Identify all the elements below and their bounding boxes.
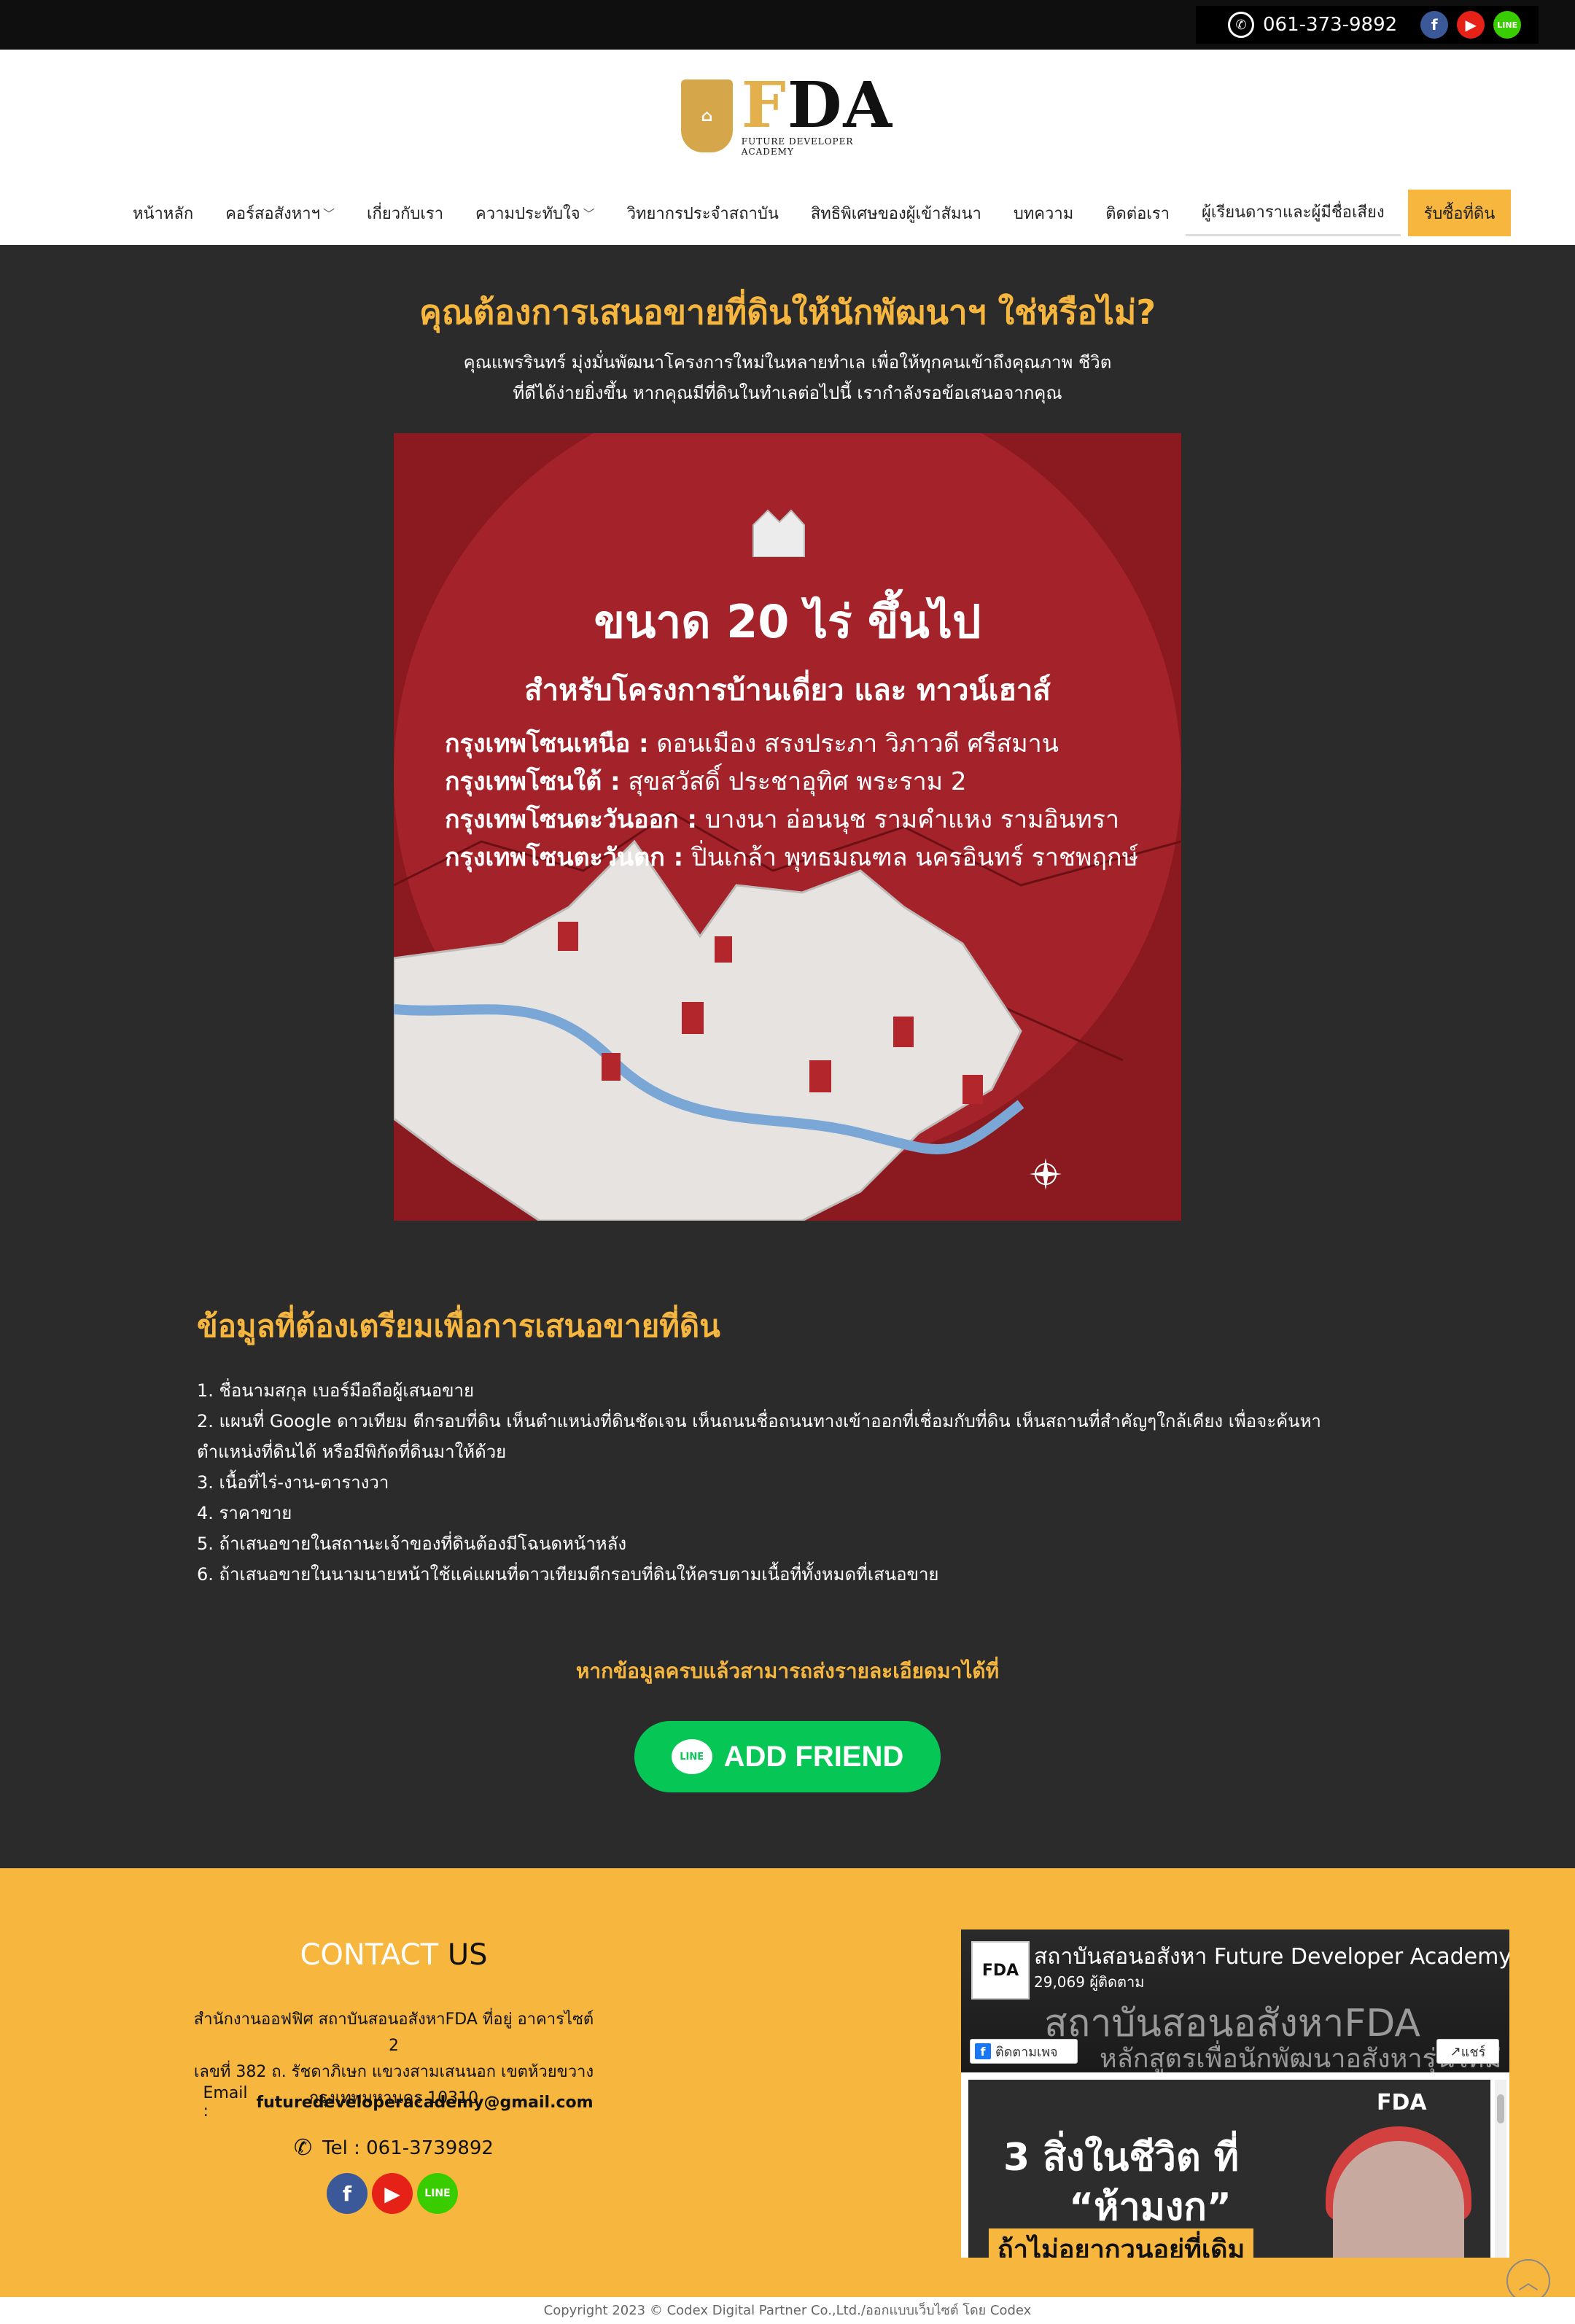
logo-shield-icon: ⌂ (681, 79, 733, 152)
nav-courses[interactable]: คอร์สอสังหาฯ ﹀ (209, 190, 351, 236)
site-header: ⌂ FDA FUTURE DEVELOPER ACADEMY หน้าหลัก … (0, 50, 1575, 245)
zone-item: กรุงเทพโซนเหนือ : ดอนเมือง สรงประภา วิภา… (445, 729, 1059, 758)
line-icon: LINE (671, 1739, 712, 1774)
line-add-friend-button[interactable]: LINE ADD FRIEND (634, 1721, 941, 1792)
copyright: Copyright 2023 © Codex Digital Partner C… (0, 2297, 1575, 2324)
tel-row[interactable]: ✆ Tel : 061-3739892 (219, 2135, 569, 2161)
section-title: ข้อมูลที่ต้องเตรียมเพื่อการเสนอขายที่ดิน (197, 1308, 720, 1344)
facebook-icon[interactable]: f (327, 2173, 368, 2214)
nav-privileges[interactable]: สิทธิพิเศษของผู้เข้าสัมนา (795, 190, 998, 236)
fb-share-button[interactable]: ↗ แชร์ (1436, 2039, 1499, 2064)
nav-testimonials[interactable]: ความประทับใจ ﹀ (459, 190, 611, 236)
whatsapp-icon[interactable]: ✆ (1228, 12, 1254, 38)
list-item: 5. ถ้าเสนอขายในสถานะเจ้าของที่ดินต้องมีโ… (197, 1534, 627, 1554)
facebook-icon: f (975, 2043, 991, 2059)
fb-followers: 29,069 ผู้ติดตาม (1034, 1973, 1145, 1991)
main-content: คุณต้องการเสนอขายที่ดินให้นักพัฒนาฯ ใช่ห… (0, 245, 1575, 1868)
top-phone[interactable]: 061-373-9892 (1263, 14, 1397, 36)
nav-celebrity-students[interactable]: ผู้เรียนดาราและผู้มีชื่อเสียง (1186, 190, 1401, 236)
fb-cover: สถาบันสอนอสังหาFDA หลักสูตรเพื่อนักพัฒนา… (961, 1929, 1509, 2074)
facebook-icon[interactable]: f (1420, 11, 1449, 39)
nav-articles[interactable]: บทความ (998, 190, 1089, 236)
house-icon (752, 509, 805, 557)
email-row: Email : futuredeveloperacademy@gmail.com (203, 2084, 593, 2121)
intro-text: คุณแพรรินทร์ มุ่งมั่นพัฒนาโครงการใหม่ในห… (463, 352, 1112, 403)
chevron-down-icon: ﹀ (322, 207, 335, 221)
contact-title: CONTACT US (300, 1938, 488, 1972)
list-item: 3. เนื้อที่ไร่-งาน-ตารางวา (197, 1472, 389, 1493)
phone-icon: ✆ (294, 2135, 313, 2161)
site-footer: CONTACT US สำนักงานออฟฟิศ สถาบันสอนอสังห… (0, 1868, 1575, 2297)
logo-subtitle: FUTURE DEVELOPER ACADEMY (741, 136, 854, 157)
zone-list: กรุงเทพโซนเหนือ : ดอนเมือง สรงประภา วิภา… (445, 725, 1145, 877)
compass-icon (1030, 1158, 1062, 1190)
page-title: คุณต้องการเสนอขายที่ดินให้นักพัฒนาฯ ใช่ห… (419, 292, 1156, 332)
zone-item: กรุงเทพโซนตะวันออก : บางนา อ่อนนุช รามคำ… (445, 805, 1119, 834)
nav-speakers[interactable]: วิทยากรประจำสถาบัน (611, 190, 795, 236)
fb-post-thumbnail[interactable]: FDA 3 สิ่งในชีวิต ที่ “ห้ามงก” ถ้าไม่อยา… (968, 2080, 1490, 2258)
youtube-icon[interactable]: ▶ (1457, 11, 1485, 39)
zone-item: กรุงเทพโซนตะวันตก : ปิ่นเกล้า พุทธมณฑล น… (445, 843, 1139, 872)
main-nav: หน้าหลัก คอร์สอสังหาฯ ﹀ เกี่ยวกับเรา ความ… (117, 190, 1512, 236)
nav-home[interactable]: หน้าหลัก (117, 190, 209, 236)
nav-contact[interactable]: ติดต่อเรา (1089, 190, 1186, 236)
line-icon[interactable]: LINE (1493, 11, 1522, 39)
nav-about[interactable]: เกี่ยวกับเรา (351, 190, 459, 236)
fda-logo[interactable]: ⌂ FDA FUTURE DEVELOPER ACADEMY (681, 74, 894, 157)
fb-scrollbar[interactable] (1495, 2080, 1506, 2258)
nav-land-purchase[interactable]: รับซื้อที่ดิน (1407, 190, 1512, 236)
back-to-top-button[interactable]: ︿ (1506, 2259, 1550, 2303)
line-icon[interactable]: LINE (417, 2173, 458, 2214)
chevron-up-icon: ︿ (1517, 2270, 1539, 2294)
zone-item: กรุงเทพโซนใต้ : สุขสวัสดิ์ ประชาอุทิศ พร… (445, 767, 967, 796)
list-item: 6. ถ้าเสนอขายในนามนายหน้าใช้แค่แผนที่ดาว… (197, 1564, 939, 1585)
footer-social-links: f ▶ LINE (327, 2173, 458, 2214)
list-item: 4. ราคาขาย (197, 1503, 292, 1523)
fb-page-avatar[interactable]: FDA (971, 1941, 1030, 2000)
banner-subtitle: สำหรับโครงการบ้านเดี่ยว และ ทาวน์เฮาส์ (524, 674, 1051, 707)
requirements-list: 1. ชื่อนามสกุล เบอร์มือถือผู้เสนอขาย 2. … (197, 1375, 1334, 1590)
youtube-icon[interactable]: ▶ (372, 2173, 413, 2214)
chevron-down-icon: ﹀ (583, 207, 595, 221)
facebook-page-widget: สถาบันสอนอสังหาFDA หลักสูตรเพื่อนักพัฒนา… (961, 1929, 1509, 2258)
cta-text: หากข้อมูลครบแล้วสามารถส่งรายละเอียดมาได้… (575, 1659, 1000, 1683)
contact-strip: ✆ 061-373-9892 f ▶ LINE (1196, 6, 1539, 44)
banner-title: ขนาด 20 ไร่ ขึ้นไป (594, 595, 981, 648)
top-bar: ✆ 061-373-9892 f ▶ LINE (0, 0, 1575, 50)
land-requirement-banner: ขนาด 20 ไร่ ขึ้นไป สำหรับโครงการบ้านเดี่… (394, 433, 1181, 1221)
list-item: 1. ชื่อนามสกุล เบอร์มือถือผู้เสนอขาย (197, 1380, 475, 1401)
list-item: 2. แผนที่ Google ดาวเทียม ตีกรอบที่ดิน เ… (197, 1411, 1321, 1462)
fb-follow-button[interactable]: f ติดตามเพจ (970, 2039, 1078, 2064)
email-link[interactable]: futuredeveloperacademy@gmail.com (257, 2094, 594, 2112)
fb-page-name[interactable]: สถาบันสอนอสังหา Future Developer Academy (1034, 1940, 1509, 1974)
